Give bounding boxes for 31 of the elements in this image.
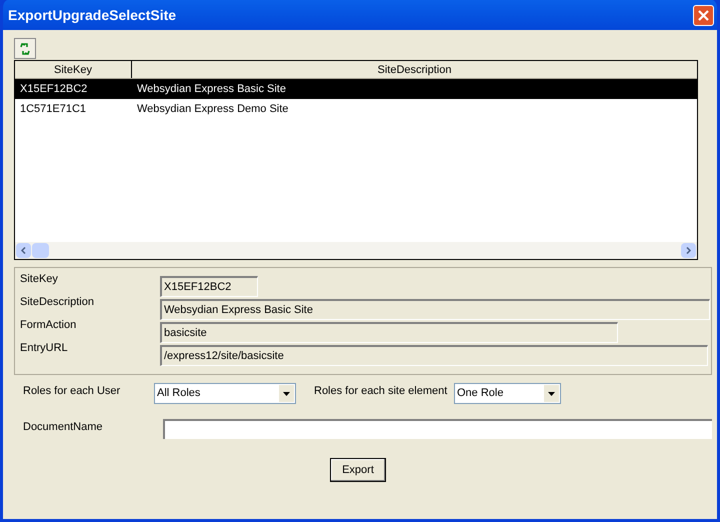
scroll-left-button[interactable]	[16, 243, 31, 258]
table-cell-text: Websydian Express Demo Site	[136, 102, 288, 117]
column-header[interactable]: SiteKey	[15, 61, 132, 78]
document-name-field[interactable]	[163, 419, 712, 439]
readonly-field: basicsite	[160, 322, 618, 343]
readonly-field: X15EF12BC2	[160, 276, 258, 297]
close-icon	[698, 10, 709, 20]
field-label: Roles for each User	[22, 384, 122, 399]
readonly-field: /express12/site/basicsite	[160, 345, 708, 366]
field-label: SiteKey	[20, 272, 59, 287]
readonly-field: Websydian Express Basic Site	[160, 299, 710, 320]
refresh-icon	[19, 42, 31, 56]
table-row[interactable]: X15EF12BC2 Websydian Express Basic Site	[15, 79, 697, 99]
field-label: DocumentName	[22, 420, 104, 435]
column-header[interactable]: SiteDescription	[132, 61, 697, 78]
dropdown[interactable]: All Roles	[154, 383, 296, 404]
close-button[interactable]	[693, 4, 714, 26]
field-label: Roles for each site element	[314, 384, 448, 399]
field-label: SiteDescription	[20, 295, 95, 310]
scroll-thumb[interactable]	[32, 243, 49, 258]
table-cell-text: 1C571E71C1	[19, 102, 88, 117]
field-label: EntryURL	[20, 341, 69, 356]
scroll-right-button[interactable]	[681, 243, 696, 258]
table-cell-text: Websydian Express Basic Site	[136, 82, 286, 97]
horizontal-scrollbar[interactable]	[15, 242, 697, 259]
export-button[interactable]: Export	[330, 458, 386, 482]
window-title: ExportUpgradeSelectSite	[8, 6, 176, 25]
field-label: FormAction	[20, 318, 78, 333]
dropdown[interactable]: One Role	[454, 383, 561, 404]
refresh-button[interactable]	[14, 38, 36, 59]
table-cell-text: X15EF12BC2	[19, 82, 88, 97]
